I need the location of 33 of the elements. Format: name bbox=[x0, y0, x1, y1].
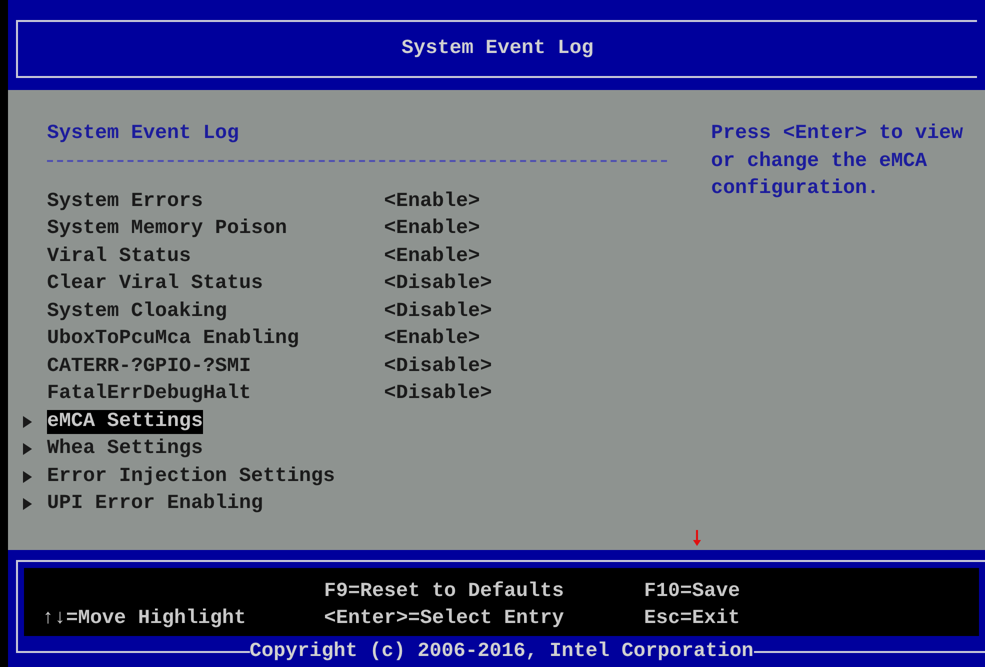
key-hint: <Enter>=Select Entry bbox=[324, 606, 566, 632]
setting-label[interactable]: FatalErrDebugHalt bbox=[47, 382, 252, 406]
submenu-arrow-icon bbox=[23, 470, 32, 483]
setting-label[interactable]: Viral Status bbox=[47, 244, 192, 268]
setting-label[interactable]: CATERR-?GPIO-?SMI bbox=[47, 354, 252, 378]
key-hint: F9=Reset to Defaults bbox=[324, 579, 566, 605]
page-heading: System Event Log bbox=[47, 122, 240, 145]
setting-value[interactable]: <Enable> bbox=[384, 214, 480, 244]
submenu-item[interactable]: eMCA Settings bbox=[47, 410, 204, 434]
setting-value[interactable]: <Enable> bbox=[384, 186, 480, 217]
submenu-item[interactable]: Error Injection Settings bbox=[47, 464, 336, 489]
scroll-down-arrow-icon bbox=[692, 530, 702, 546]
submenu-item[interactable]: Whea Settings bbox=[47, 437, 204, 462]
submenu-arrow-icon bbox=[23, 416, 32, 428]
setting-value[interactable]: <Disable> bbox=[384, 296, 492, 327]
setting-value[interactable]: <Enable> bbox=[384, 324, 480, 354]
key-hint: Esc=Exit bbox=[644, 606, 742, 632]
setting-value[interactable]: <Disable> bbox=[384, 379, 492, 410]
setting-label[interactable]: System Errors bbox=[47, 190, 204, 213]
setting-label[interactable]: Clear Viral Status bbox=[47, 272, 264, 296]
window-title: System Event Log bbox=[401, 36, 594, 62]
submenu-arrow-icon bbox=[23, 443, 32, 456]
submenu-arrow-icon bbox=[23, 498, 32, 510]
key-hint: F10=Save bbox=[644, 579, 742, 605]
setting-label[interactable]: System Cloaking bbox=[47, 300, 228, 323]
setting-label[interactable]: System Memory Poison bbox=[47, 217, 288, 240]
help-text: Press <Enter> to view or change the eMCA configuration. bbox=[711, 121, 964, 202]
setting-label[interactable]: UboxToPcuMca Enabling bbox=[47, 327, 300, 350]
setting-value[interactable]: <Disable> bbox=[384, 352, 492, 382]
setting-value[interactable]: <Disable> bbox=[384, 269, 492, 300]
key-hint: ↑↓=Move Highlight bbox=[42, 606, 248, 632]
submenu-item[interactable]: UPI Error Enabling bbox=[47, 492, 264, 516]
setting-value[interactable]: <Enable> bbox=[384, 242, 480, 272]
